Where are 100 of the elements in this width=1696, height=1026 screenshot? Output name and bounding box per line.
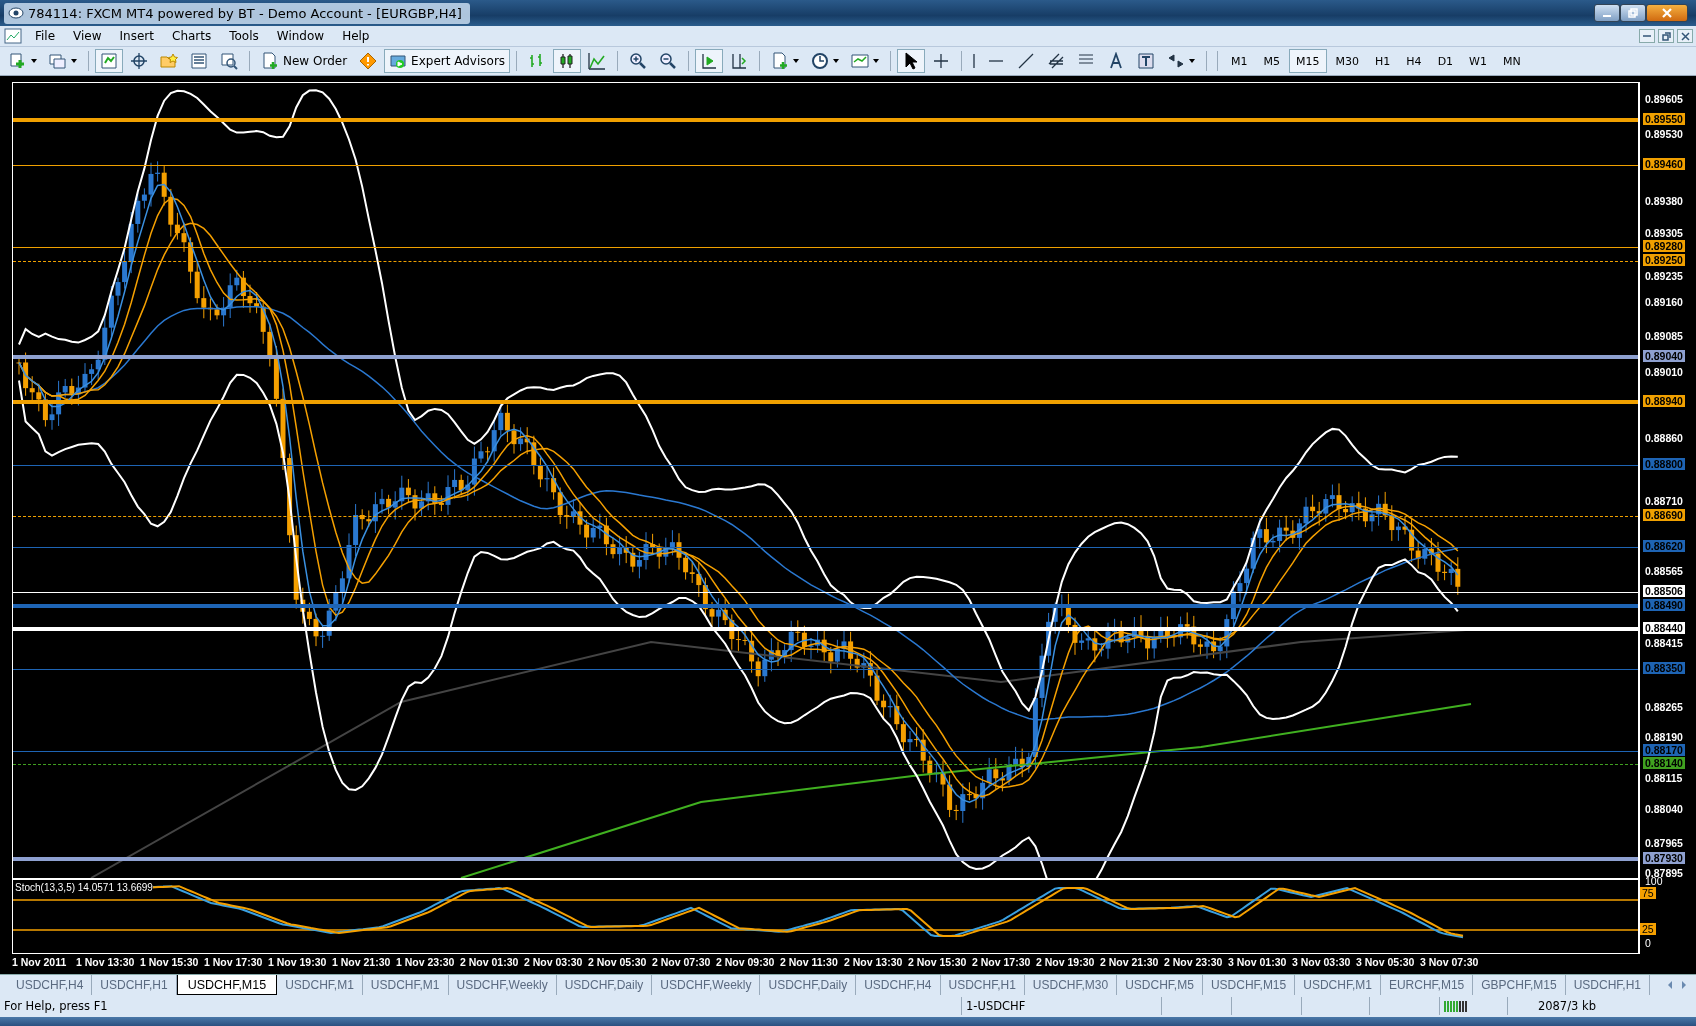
price-level-label: 0.88140 [1643,757,1685,769]
scroll-right-icon[interactable] [1680,980,1688,990]
price-tick: 0.89305 [1645,227,1683,239]
scroll-left-icon[interactable] [1666,980,1674,990]
minimize-icon [1643,35,1651,37]
menu-item[interactable]: Tools [220,28,268,44]
close-button[interactable] [1646,4,1688,22]
menu-item[interactable]: Charts [163,28,221,44]
price-tick: 0.89235 [1645,270,1683,282]
chart-shift-icon [730,52,749,70]
new-chart-icon [9,52,27,70]
timeframe-button[interactable]: M5 [1256,49,1288,73]
menu-item[interactable]: File [26,28,65,44]
chart-tab[interactable]: USDCHF,M15 [176,975,278,995]
price-level-label: 0.87930 [1643,852,1685,864]
price-tick: 0.89605 [1645,93,1683,105]
chart-window-icon [4,28,22,44]
arrows-icon [1167,52,1186,70]
price-level-label: 0.88490 [1643,599,1685,611]
line-chart-icon [588,52,607,70]
profile-name: 1-USDCHF [966,999,1026,1013]
time-label: 2 Nov 21:30 [1100,956,1159,969]
price-level-label: 0.88620 [1643,540,1685,552]
restore-icon [1628,8,1638,18]
price-level-label: 0.88506 [1643,585,1685,597]
price-level-label: 0.88440 [1643,622,1685,634]
indicator-label: Stoch(13,3,5) 14.0571 13.6699 [15,882,153,894]
timeframe-button[interactable]: H1 [1368,49,1398,73]
timeframe-button[interactable]: M30 [1328,49,1367,73]
time-label: 1 Nov 2011 [12,956,67,969]
menu-item[interactable]: Insert [110,28,163,44]
price-tick: 0.89010 [1645,366,1683,378]
price-tick: 0.89380 [1645,195,1683,207]
time-label: 1 Nov 19:30 [268,956,327,969]
time-label: 2 Nov 09:30 [716,956,775,969]
time-label: 2 Nov 13:30 [844,956,903,969]
timeframe-button[interactable]: MN [1495,49,1528,73]
price-level-label: 0.88350 [1643,662,1685,674]
caret-icon [1189,59,1196,63]
timeframe-button[interactable]: M1 [1224,49,1255,73]
timeframe-button[interactable]: M15 [1289,49,1327,73]
help-text: For Help, press F1 [4,999,108,1013]
indicators-icon [771,52,790,70]
price-level-label: 0.88940 [1643,395,1685,407]
eye-icon [8,6,24,20]
profiles-icon [49,52,67,70]
restore-icon [1661,31,1671,41]
price-level-label: 0.89460 [1643,158,1685,170]
timeframe-button[interactable]: H4 [1399,49,1429,73]
monitor-play-icon [389,52,408,70]
zoom-out-icon [659,52,678,70]
caret-icon [873,59,880,63]
restore-button[interactable] [1620,4,1646,22]
price-tick: 0.88040 [1645,803,1683,815]
child-close-button[interactable] [1677,29,1693,43]
price-level-label: 0.88690 [1643,509,1685,521]
price-tick: 0.89160 [1645,296,1683,308]
indicator-tick: 25 [1640,923,1656,935]
timeframe-button[interactable]: W1 [1462,49,1494,73]
auto-scroll-button[interactable] [695,49,724,73]
price-tick: 0.88265 [1645,701,1683,713]
candlestick-button[interactable] [553,49,582,73]
price-tick: 0.89085 [1645,330,1683,342]
time-label: 3 Nov 05:30 [1356,956,1415,969]
timeframe-button[interactable]: D1 [1430,49,1461,73]
menu-item[interactable]: View [64,28,111,44]
cursor-button[interactable] [897,49,926,73]
price-tick: 0.88190 [1645,731,1683,743]
menu-item[interactable]: Window [267,28,334,44]
time-label: 3 Nov 07:30 [1420,956,1479,969]
price-tick: 0.89530 [1645,128,1683,140]
time-label: 1 Nov 15:30 [140,956,199,969]
market-watch-icon [100,52,118,70]
price-tick: 0.88860 [1645,432,1683,444]
time-label: 2 Nov 05:30 [588,956,647,969]
price-level-label: 0.89280 [1643,240,1685,252]
folder-star-icon [160,52,178,70]
price-tick: 0.88115 [1645,772,1683,784]
price-level-label: 0.89250 [1643,254,1685,266]
child-restore-button[interactable] [1658,29,1674,43]
time-label: 2 Nov 23:30 [1164,956,1223,969]
time-label: 2 Nov 17:30 [972,956,1031,969]
vertical-line-icon [973,52,976,70]
price-level-label: 0.89550 [1643,113,1685,125]
price-tick: 0.88415 [1645,637,1683,649]
time-label: 1 Nov 21:30 [332,956,391,969]
minimize-button[interactable] [1594,4,1620,22]
document-plus-icon [261,52,279,70]
time-label: 1 Nov 17:30 [204,956,263,969]
menu-item[interactable]: Help [333,28,379,44]
time-label: 3 Nov 01:30 [1228,956,1287,969]
caret-icon [31,59,37,63]
time-label: 2 Nov 07:30 [652,956,711,969]
expert-advisors-button[interactable]: Expert Advisors [384,49,511,73]
close-icon [1662,8,1672,18]
new-order-button[interactable]: New Order [256,49,353,73]
caret-icon [793,59,800,63]
time-label: 2 Nov 15:30 [908,956,967,969]
child-minimize-button[interactable] [1639,29,1655,43]
zoom-in-icon [629,52,648,70]
